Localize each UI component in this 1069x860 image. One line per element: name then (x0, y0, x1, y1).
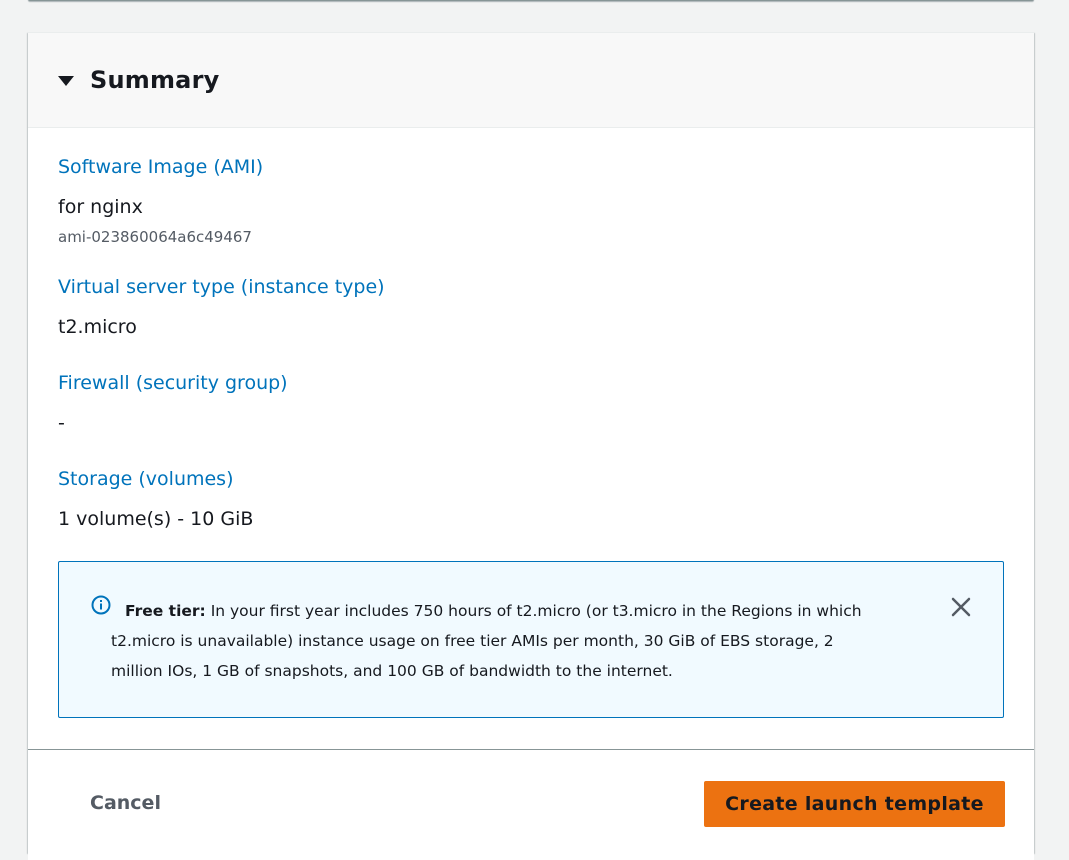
security-group-label-link[interactable]: Firewall (security group) (58, 372, 288, 394)
panel-footer: Cancel Create launch template (28, 749, 1034, 860)
summary-title: Summary (90, 66, 220, 94)
ami-id: ami-023860064a6c49467 (58, 228, 252, 246)
ami-name: for nginx (58, 196, 143, 218)
security-group-value: - (58, 412, 65, 434)
free-tier-message: Free tier: In your first year includes 7… (111, 596, 889, 686)
summary-header[interactable]: Summary (28, 33, 1034, 128)
summary-panel: Summary Software Image (AMI) for nginx a… (28, 32, 1034, 860)
instance-type-label-link[interactable]: Virtual server type (instance type) (58, 276, 385, 298)
free-tier-alert: Free tier: In your first year includes 7… (58, 561, 1004, 718)
free-tier-line-1: In your first year includes 750 hours of… (210, 602, 862, 620)
ami-label-link[interactable]: Software Image (AMI) (58, 156, 263, 178)
close-icon[interactable] (947, 593, 975, 621)
create-launch-template-button[interactable]: Create launch template (704, 781, 1005, 827)
free-tier-title: Free tier: (125, 602, 206, 620)
info-icon (91, 595, 111, 615)
instance-type-value: t2.micro (58, 316, 137, 338)
free-tier-line-2: t2.micro is unavailable) instance usage … (111, 632, 834, 650)
caret-down-icon[interactable] (58, 76, 74, 86)
free-tier-line-3: million IOs, 1 GB of snapshots, and 100 … (111, 662, 673, 680)
cancel-button[interactable]: Cancel (74, 785, 177, 821)
storage-label-link[interactable]: Storage (volumes) (58, 468, 234, 490)
previous-panel-edge (28, 0, 1034, 1)
storage-value: 1 volume(s) - 10 GiB (58, 508, 254, 530)
